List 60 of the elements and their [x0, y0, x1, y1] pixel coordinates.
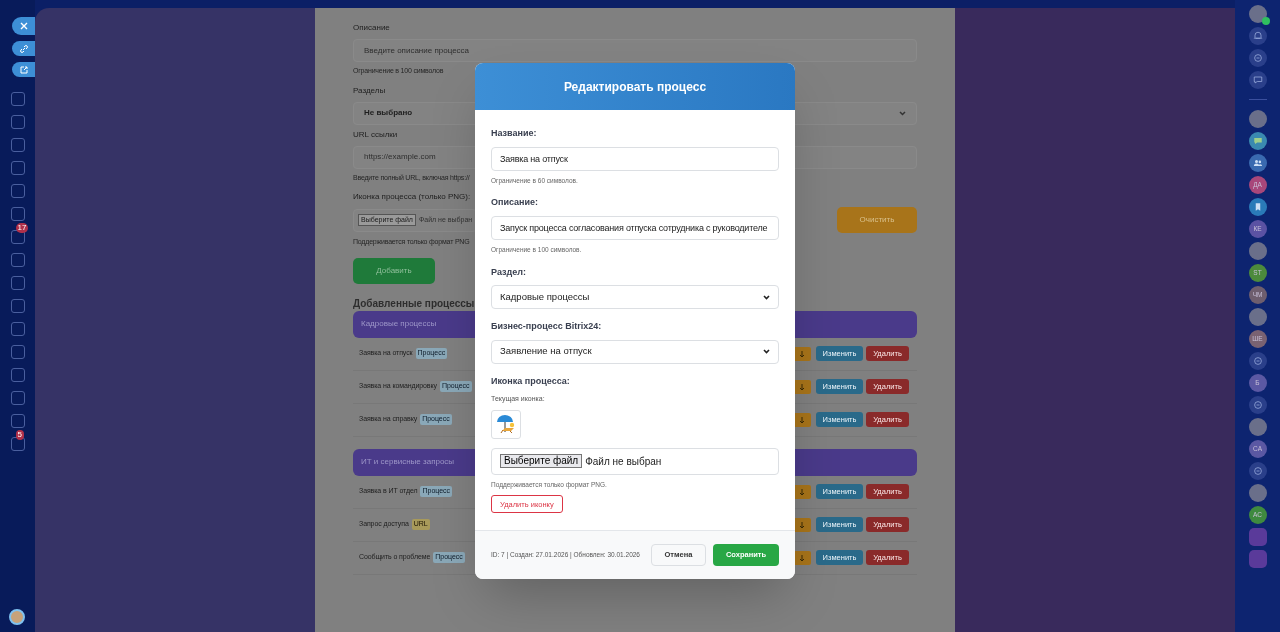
- bookmark-icon[interactable]: [1248, 198, 1267, 216]
- chevron-down-icon: [763, 349, 770, 354]
- sidebar-item-icon[interactable]: [10, 253, 25, 267]
- chat-icon[interactable]: [1248, 71, 1267, 89]
- arrow-down-icon: [799, 382, 805, 391]
- section-title: Добавленные процессы: [353, 296, 475, 311]
- sidebar-item-icon[interactable]: [10, 161, 25, 175]
- sidebar-item-icon[interactable]: [10, 391, 25, 405]
- arrow-down-icon: [799, 487, 805, 496]
- close-icon: [19, 22, 28, 30]
- arrow-down-icon: [799, 415, 805, 424]
- notification-badge: 5: [15, 430, 24, 440]
- open-external-button[interactable]: [12, 62, 35, 77]
- sidebar-item-icon[interactable]: [10, 92, 25, 106]
- field-label: URL ссылки: [353, 128, 398, 141]
- field-label: Название:: [491, 127, 538, 140]
- file-input[interactable]: Выберите файл Файл не выбран: [491, 447, 779, 475]
- app-tile-icon[interactable]: [1248, 550, 1267, 568]
- field-label: Раздел:: [491, 265, 527, 279]
- sidebar-item-icon[interactable]: [10, 345, 25, 359]
- dialog-title: Редактировать процесс: [475, 63, 795, 110]
- chevron-down-icon: [763, 294, 770, 300]
- arrow-down-icon: [799, 520, 805, 529]
- sidebar-item-icon[interactable]: [10, 184, 25, 198]
- text-input[interactable]: Запуск процесса согласования отпуска сотрудника с руководителе: [491, 215, 779, 240]
- field-label: Описание: [353, 22, 390, 34]
- notifications-bell-icon[interactable]: [1248, 27, 1267, 45]
- select-field[interactable]: Заявление на отпуск: [491, 339, 779, 364]
- text-input[interactable]: Заявка на отпуск: [491, 146, 779, 171]
- field-label: Бизнес-процесс Bitrix24:: [491, 320, 603, 333]
- field-label: Разделы: [353, 84, 386, 97]
- chevron-down-icon: [899, 110, 906, 116]
- sidebar-item-icon[interactable]: [10, 299, 25, 313]
- close-button[interactable]: [12, 17, 35, 35]
- sidebar-item-icon[interactable]: [10, 322, 25, 336]
- arrow-down-icon: [799, 349, 805, 358]
- ring-logo-icon[interactable]: [1248, 49, 1267, 67]
- sidebar-item-icon[interactable]: [10, 138, 25, 152]
- group-icon[interactable]: [1248, 154, 1267, 172]
- arrow-down-icon: [799, 553, 805, 562]
- link-icon: [19, 44, 28, 53]
- sidebar-item-icon[interactable]: [10, 207, 25, 221]
- chat-bubble-icon[interactable]: [1248, 132, 1267, 150]
- ring-logo-icon[interactable]: [1248, 352, 1267, 370]
- sidebar-item-icon[interactable]: [10, 115, 25, 129]
- select-field[interactable]: Кадровые процессы: [491, 285, 779, 309]
- link-button[interactable]: [12, 41, 35, 56]
- ring-logo-icon[interactable]: [1248, 396, 1267, 414]
- sidebar-item-icon[interactable]: [10, 368, 25, 382]
- sidebar-item-icon[interactable]: [10, 414, 25, 428]
- ring-logo-icon[interactable]: [1248, 462, 1267, 480]
- input-field[interactable]: Введите описание процесса: [353, 39, 917, 62]
- notification-badge: 17: [15, 223, 29, 233]
- field-label: Иконка процесса:: [491, 374, 571, 388]
- external-link-icon: [19, 65, 28, 74]
- field-label: Иконка процесса (только PNG):: [353, 191, 471, 203]
- field-label: Описание:: [491, 196, 540, 210]
- app-tile-icon[interactable]: [1248, 528, 1267, 546]
- sidebar-item-icon[interactable]: [10, 276, 25, 290]
- user-avatar[interactable]: [1248, 5, 1267, 23]
